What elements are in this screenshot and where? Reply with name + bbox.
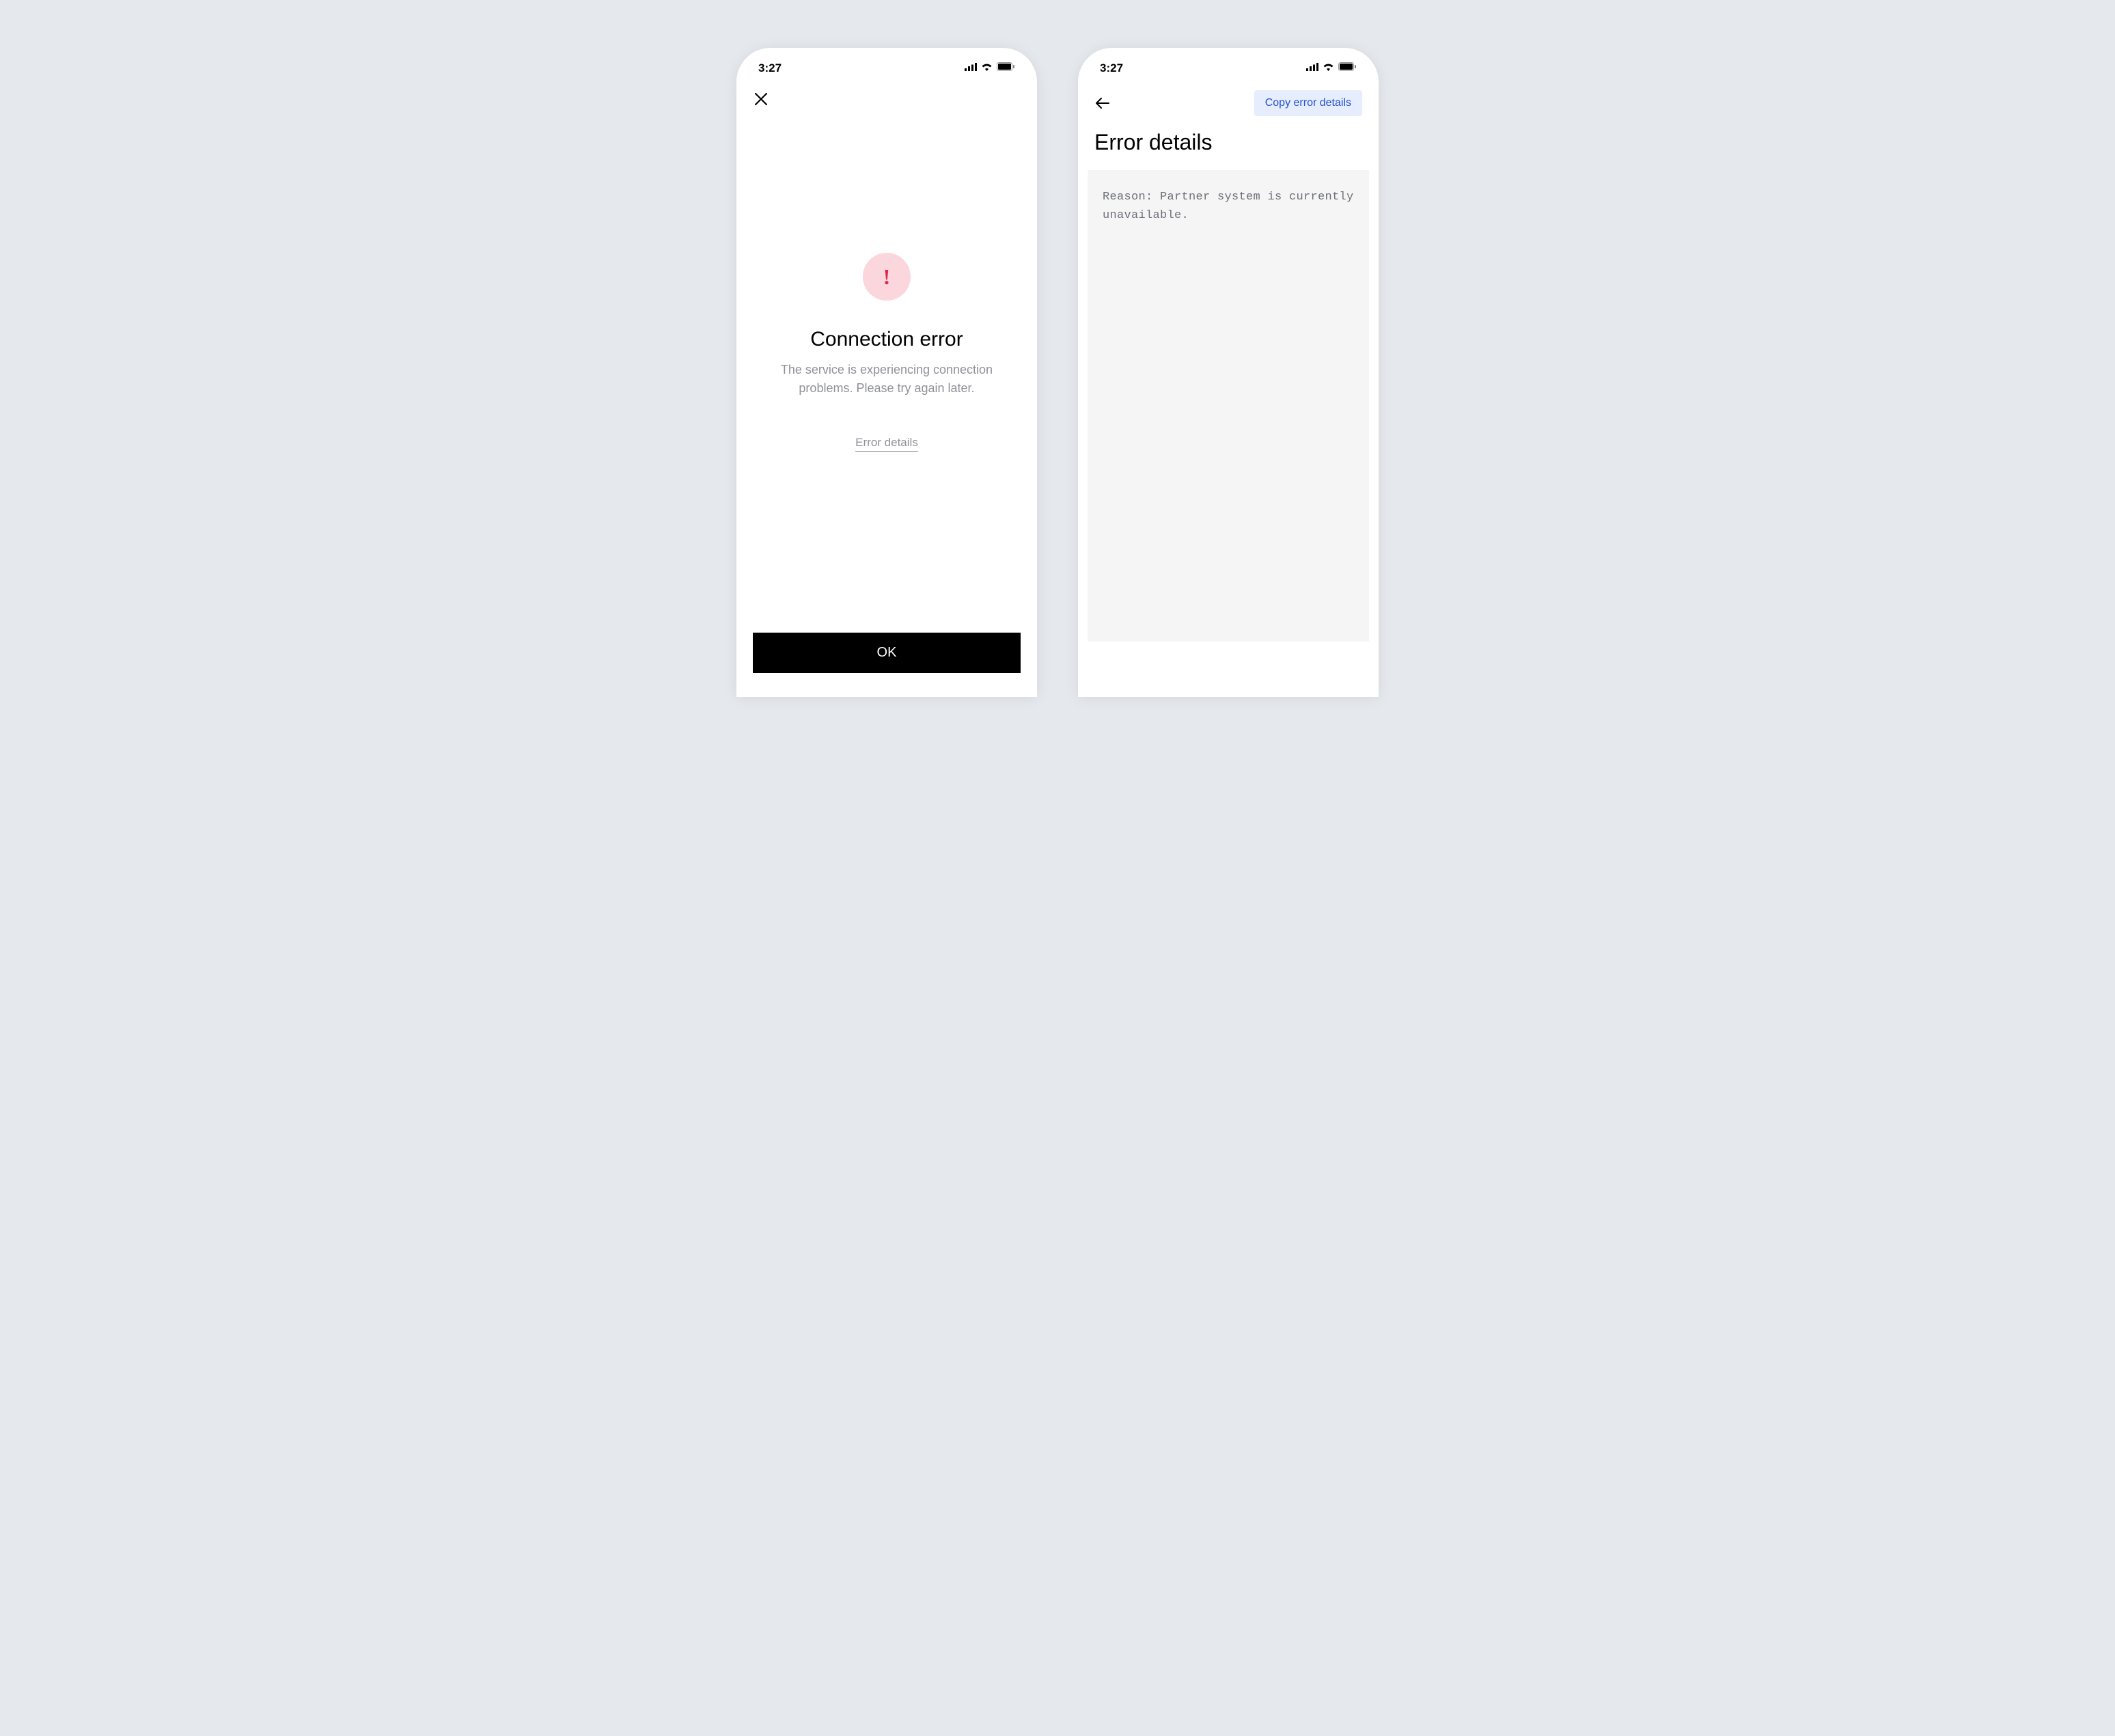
error-content: ! Connection error The service is experi… — [736, 253, 1037, 452]
page-title: Error details — [1078, 124, 1379, 170]
back-arrow-icon — [1096, 98, 1109, 109]
status-bar: 3:27 — [736, 48, 1037, 82]
status-time: 3:27 — [758, 61, 782, 75]
status-time: 3:27 — [1100, 61, 1123, 75]
battery-icon — [997, 62, 1015, 74]
nav-bar — [736, 82, 1037, 116]
close-button[interactable] — [753, 91, 769, 107]
wifi-icon — [1323, 62, 1334, 74]
status-bar: 3:27 — [1078, 48, 1379, 82]
exclamation-icon: ! — [883, 264, 891, 290]
cellular-icon — [965, 62, 977, 74]
error-icon-circle: ! — [863, 253, 911, 301]
error-details-text: Reason: Partner system is currently unav… — [1088, 170, 1369, 642]
wifi-icon — [981, 62, 993, 74]
back-button[interactable] — [1094, 95, 1111, 111]
close-icon — [755, 93, 767, 105]
cellular-icon — [1306, 62, 1318, 74]
phone-screen-details: 3:27 Copy error details Error details Re… — [1078, 48, 1379, 697]
nav-bar: Copy error details — [1078, 82, 1379, 124]
error-details-link[interactable]: Error details — [855, 436, 918, 452]
status-icons — [1306, 62, 1357, 74]
battery-icon — [1338, 62, 1357, 74]
status-icons — [965, 62, 1015, 74]
phone-screen-error: 3:27 ! Connection error The service is e… — [736, 48, 1037, 697]
copy-error-details-button[interactable]: Copy error details — [1254, 90, 1362, 116]
error-title: Connection error — [810, 328, 963, 351]
ok-button[interactable]: OK — [753, 633, 1021, 673]
error-subtitle: The service is experiencing connection p… — [764, 361, 1010, 398]
